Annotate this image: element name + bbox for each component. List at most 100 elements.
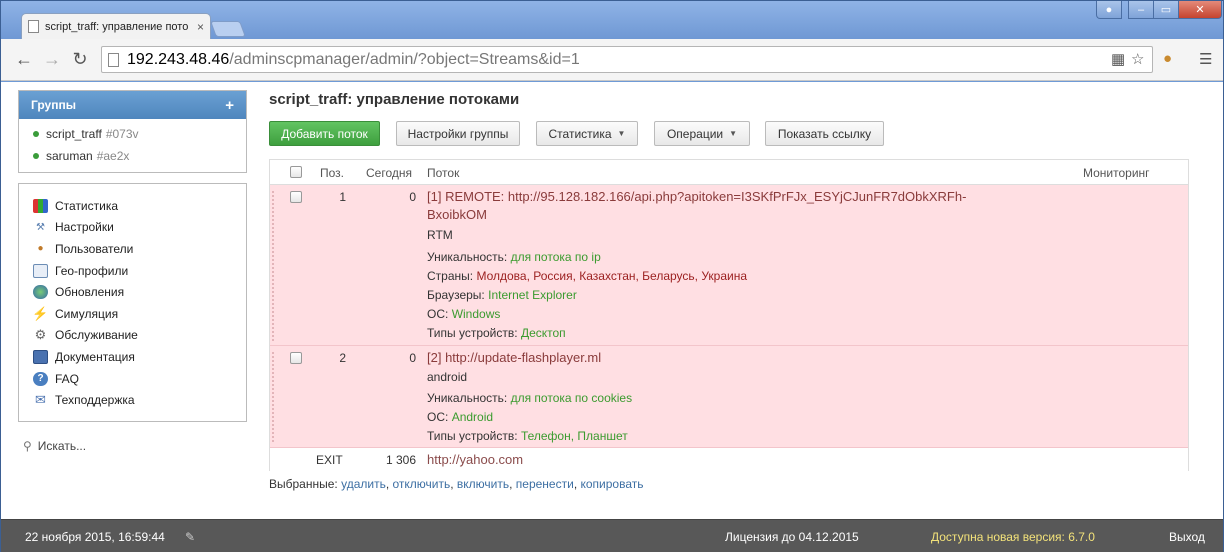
edit-pencil-icon[interactable]: ✎ xyxy=(185,530,195,544)
uniq-line: Уникальность: для потока по ip xyxy=(427,250,601,264)
statistics-dropdown-button[interactable]: Статистика ▼ xyxy=(536,121,638,146)
minimize-button[interactable]: ‒ xyxy=(1128,1,1154,19)
table-header: Поз. Сегодня Поток Мониторинг xyxy=(270,160,1188,185)
mail-icon: ✉ xyxy=(35,392,46,408)
book-icon xyxy=(33,349,48,364)
sidebar-item-label: Настройки xyxy=(55,220,114,235)
statistics-label: Статистика xyxy=(548,126,612,141)
sidebar-item-users[interactable]: ● Пользователи xyxy=(19,238,246,260)
group-name[interactable]: saruman xyxy=(46,149,93,163)
exit-url-link[interactable]: http://yahoo.com xyxy=(427,452,523,467)
sidebar-item-maintenance[interactable]: ⚙ Обслуживание xyxy=(19,325,246,347)
sidebar-item-updates[interactable]: Обновления xyxy=(19,281,246,303)
forward-arrow-icon[interactable]: → xyxy=(41,48,63,70)
group-item[interactable]: saruman #ae2x xyxy=(19,145,246,167)
cookie-extension-icon[interactable]: ● xyxy=(1163,50,1172,67)
devices-label: Типы устройств: xyxy=(427,429,518,443)
close-window-button[interactable]: ✕ xyxy=(1178,1,1222,19)
group-code: #073v xyxy=(105,127,139,141)
move-link[interactable]: перенести xyxy=(516,477,574,491)
globe-icon xyxy=(33,285,48,300)
sidebar-item-support[interactable]: ✉ Техподдержка xyxy=(19,389,246,411)
sidebar-item-statistics[interactable]: Статистика xyxy=(19,195,246,217)
table-row[interactable]: 2 0 [2] http://update-flashplayer.ml and… xyxy=(270,346,1188,448)
groups-header: Группы + xyxy=(19,91,246,119)
caret-down-icon: ▼ xyxy=(617,129,626,138)
browsers-line: Браузеры: Internet Explorer xyxy=(427,288,577,302)
uniq-label: Уникальность: xyxy=(427,391,508,405)
sidebar-search[interactable]: ⚲ Искать... xyxy=(23,439,86,453)
browser-window: script_traff: управление пото × ● ‒ ▭ ✕ … xyxy=(0,0,1224,552)
select-all-checkbox[interactable] xyxy=(290,166,302,178)
add-stream-button[interactable]: Добавить поток xyxy=(269,121,380,146)
drag-handle[interactable] xyxy=(272,191,278,341)
new-version-link[interactable]: Доступна новая версия: 6.7.0 xyxy=(931,530,1095,544)
exit-label: EXIT xyxy=(316,453,343,467)
drag-handle[interactable] xyxy=(272,352,278,442)
group-item[interactable]: script_traff #073v xyxy=(19,123,246,145)
url-host: 192.243.48.46 xyxy=(127,50,230,68)
devices-value: Десктоп xyxy=(520,326,566,340)
wrench-icon: ⚒ xyxy=(36,221,45,233)
stream-link-cont[interactable]: BxoibkOM xyxy=(427,207,487,222)
browser-tab[interactable]: script_traff: управление пото × xyxy=(21,13,211,39)
lightning-icon: ⚡ xyxy=(32,305,49,321)
logout-link[interactable]: Выход xyxy=(1169,530,1205,544)
group-code: #ae2x xyxy=(96,149,130,163)
search-icon: ⚲ xyxy=(23,439,32,453)
os-value: Android xyxy=(451,410,494,424)
enable-link[interactable]: включить xyxy=(457,477,509,491)
geo-table-icon xyxy=(33,263,48,278)
stream-link[interactable]: [2] http://update-flashplayer.ml xyxy=(427,350,601,365)
bookmark-star-icon[interactable]: ☆ xyxy=(1131,50,1144,68)
row-checkbox[interactable] xyxy=(290,191,302,203)
operations-dropdown-button[interactable]: Операции ▼ xyxy=(654,121,750,146)
stream-link[interactable]: [1] REMOTE: http://95.128.182.166/api.ph… xyxy=(427,189,966,204)
reload-icon[interactable]: ↻ xyxy=(69,48,91,70)
sidebar-menu: Статистика ⚒ Настройки ● Пользователи Гео-… xyxy=(18,183,247,422)
sidebar-item-settings[interactable]: ⚒ Настройки xyxy=(19,217,246,239)
page-content: Группы + script_traff #073v saruman #ae2x … xyxy=(1,82,1223,519)
address-bar[interactable]: 192.243.48.46/adminscpmanager/admin/?obj… xyxy=(101,46,1153,73)
disable-link[interactable]: отключить xyxy=(393,477,451,491)
sidebar-item-faq[interactable]: ? FAQ xyxy=(19,368,246,390)
sidebar-item-simulation[interactable]: ⚡ Симуляция xyxy=(19,303,246,325)
sidebar-item-label: Статистика xyxy=(55,198,119,213)
os-line: ОС: Windows xyxy=(427,307,500,321)
sidebar-item-docs[interactable]: Документация xyxy=(19,346,246,368)
search-label[interactable]: Искать... xyxy=(38,439,86,453)
devices-line: Типы устройств: Десктоп xyxy=(427,326,566,340)
status-bar: 22 ноября 2015, 16:59:44 ✎ Лицензия до 0… xyxy=(1,519,1223,552)
user-profile-icon[interactable]: ● xyxy=(1096,1,1122,19)
sidebar-item-label: Документация xyxy=(55,349,135,364)
back-arrow-icon[interactable]: ← xyxy=(13,48,35,70)
new-tab-button[interactable] xyxy=(210,21,246,37)
datetime: 22 ноября 2015, 16:59:44 xyxy=(25,530,165,544)
menu-icon[interactable]: ☰ xyxy=(1199,50,1212,68)
sidebar-item-label: Гео-профили xyxy=(55,263,129,278)
sidebar-item-geo[interactable]: Гео-профили xyxy=(19,260,246,282)
row-today: 0 xyxy=(409,351,416,365)
add-group-icon[interactable]: + xyxy=(225,97,234,114)
stream-name: android xyxy=(427,370,468,384)
maximize-button[interactable]: ▭ xyxy=(1153,1,1179,19)
sidebar-item-label: FAQ xyxy=(55,371,80,386)
delete-link[interactable]: удалить xyxy=(341,477,386,491)
sidebar-item-label: Техподдержка xyxy=(55,393,135,408)
row-checkbox[interactable] xyxy=(290,352,302,364)
status-dot-icon xyxy=(33,153,39,159)
table-row[interactable]: 1 0 [1] REMOTE: http://95.128.182.166/ap… xyxy=(270,185,1188,346)
os-value: Windows xyxy=(451,307,501,321)
row-today: 0 xyxy=(409,190,416,204)
users-icon: ● xyxy=(37,243,44,255)
group-name[interactable]: script_traff xyxy=(46,127,102,141)
group-settings-button[interactable]: Настройки группы xyxy=(396,121,520,146)
tab-close-icon[interactable]: × xyxy=(197,20,204,34)
translate-icon[interactable]: ▦ xyxy=(1111,50,1125,68)
show-link-button[interactable]: Показать ссылку xyxy=(765,121,884,146)
selected-actions: Выбранные: удалить, отключить, включить,… xyxy=(269,477,644,491)
os-line: ОС: Android xyxy=(427,410,493,424)
license-text: Лицензия до 04.12.2015 xyxy=(725,530,859,544)
sidebar-item-label: Обслуживание xyxy=(55,328,138,343)
copy-link[interactable]: копировать xyxy=(580,477,643,491)
